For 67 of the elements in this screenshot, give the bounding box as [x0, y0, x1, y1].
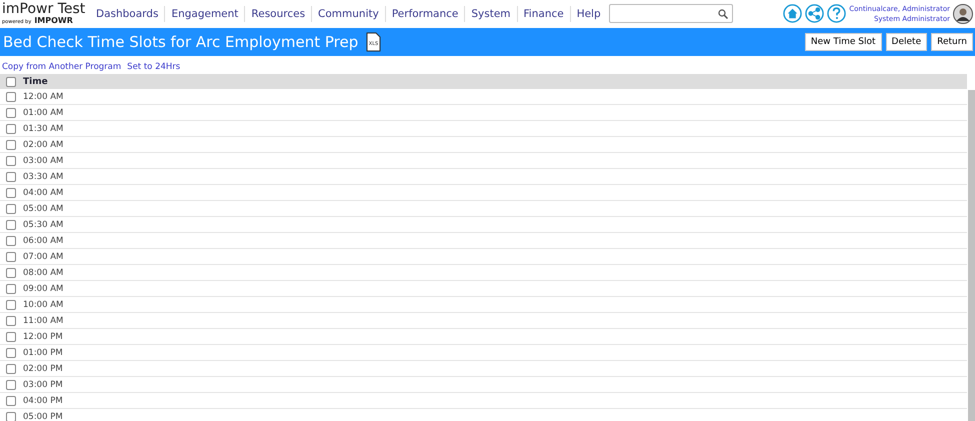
avatar-icon[interactable] — [953, 4, 973, 24]
time-cell: 05:30 AM — [23, 220, 64, 230]
time-cell: 08:00 AM — [23, 268, 64, 278]
checkbox[interactable] — [6, 220, 16, 230]
nav-link[interactable]: Performance — [386, 6, 466, 22]
home-icon[interactable] — [783, 4, 802, 23]
checkbox[interactable] — [6, 172, 16, 182]
time-cell: 05:00 AM — [23, 204, 64, 214]
time-cell: 02:00 AM — [23, 140, 64, 150]
search-icon — [718, 8, 728, 18]
scrollbar[interactable] — [968, 90, 975, 421]
nav-link[interactable]: System — [465, 6, 518, 22]
toolbar-button[interactable]: Return — [931, 33, 973, 51]
checkbox[interactable] — [6, 332, 16, 342]
checkbox[interactable] — [6, 348, 16, 358]
logo: IMPOWR — [34, 16, 73, 24]
checkbox[interactable] — [6, 236, 16, 246]
nav-link[interactable]: Help — [570, 6, 607, 22]
page-title: Bed Check Time Slots for Arc Employment Prep — [2, 33, 358, 51]
checkbox[interactable] — [6, 140, 16, 150]
time-cell: 01:00 PM — [23, 348, 63, 358]
checkbox[interactable] — [6, 300, 16, 310]
nav-link[interactable]: Engagement — [165, 6, 246, 22]
time-cell: 04:00 AM — [23, 188, 64, 198]
checkbox[interactable] — [6, 108, 16, 118]
toolbar-button[interactable]: New Time Slot — [804, 33, 882, 51]
time-cell: 06:00 AM — [23, 236, 64, 246]
time-cell: 02:00 PM — [23, 364, 63, 374]
time-cell: 03:00 PM — [23, 380, 63, 390]
time-cell: 05:00 PM — [23, 412, 63, 421]
checkbox[interactable] — [6, 252, 16, 262]
checkbox[interactable] — [6, 156, 16, 166]
time-cell: 12:00 AM — [23, 92, 64, 102]
time-cell: 01:30 AM — [23, 124, 64, 134]
time-cell: 12:00 PM — [23, 332, 63, 342]
checkbox[interactable] — [6, 316, 16, 326]
time-cell: 01:00 AM — [23, 108, 64, 118]
search-field[interactable] — [608, 4, 733, 23]
share-icon[interactable] — [805, 4, 824, 23]
checkbox[interactable] — [6, 364, 16, 374]
help-icon[interactable] — [827, 4, 846, 23]
action-link[interactable]: Set to 24Hrs — [127, 62, 180, 72]
time-cell: 03:30 AM — [23, 172, 64, 182]
time-cell: 04:00 PM — [23, 396, 63, 406]
time-cell: 11:00 AM — [23, 316, 64, 326]
column-header: Time — [23, 76, 48, 86]
checkbox[interactable] — [6, 412, 16, 421]
checkbox[interactable] — [6, 188, 16, 198]
checkbox[interactable] — [6, 204, 16, 214]
toolbar-button[interactable]: Delete — [886, 33, 928, 51]
checkbox[interactable] — [6, 92, 16, 102]
action-link[interactable]: Copy from Another Program — [2, 62, 122, 72]
checkbox[interactable] — [6, 76, 16, 86]
nav-link[interactable]: Dashboards — [90, 6, 166, 22]
time-cell: 03:00 AM — [23, 156, 64, 166]
checkbox[interactable] — [6, 396, 16, 406]
checkbox[interactable] — [6, 268, 16, 278]
app-title: imPowr Test — [2, 2, 86, 16]
checkbox[interactable] — [6, 380, 16, 390]
checkbox[interactable] — [6, 284, 16, 294]
nav-link[interactable]: Finance — [518, 6, 571, 22]
time-cell: 09:00 AM — [23, 284, 64, 294]
nav-link[interactable]: Community — [312, 6, 386, 22]
checkbox[interactable] — [6, 124, 16, 134]
nav-link[interactable]: Resources — [245, 6, 312, 22]
time-cell: 10:00 AM — [23, 300, 64, 310]
time-cell: 07:00 AM — [23, 252, 64, 262]
